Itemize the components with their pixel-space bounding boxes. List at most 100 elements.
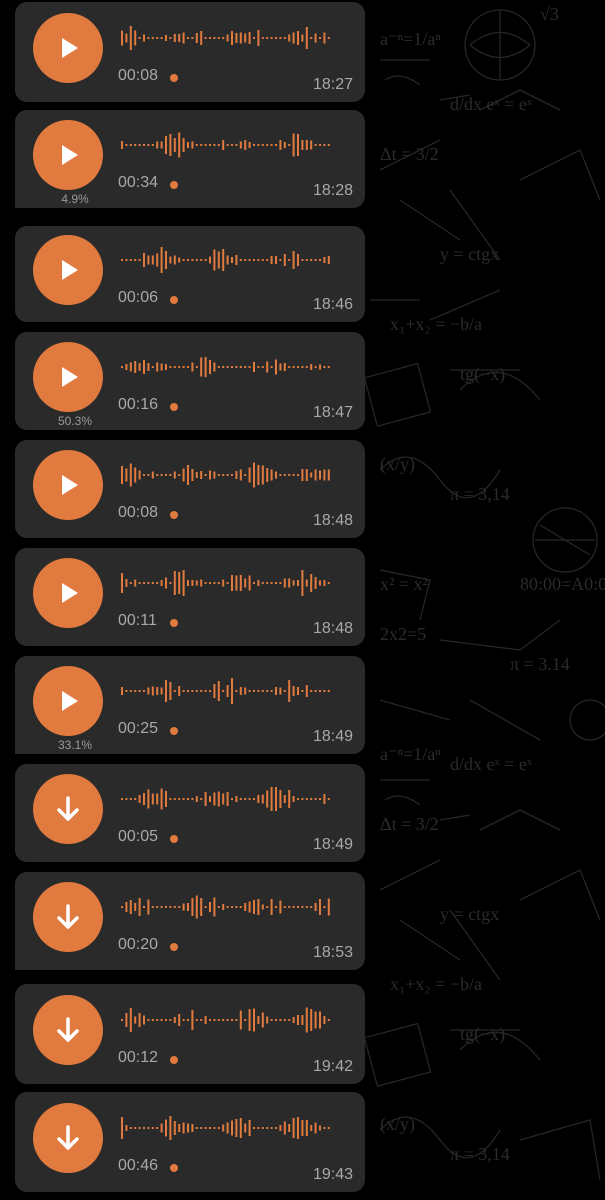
waveform-bar [129, 690, 132, 692]
waveform-bar [165, 577, 167, 589]
waveform-bar [151, 471, 154, 479]
waveform-bar [253, 1127, 255, 1129]
waveform-bar [235, 575, 238, 591]
waveform-bar [121, 466, 123, 484]
voice-duration: 00:05 [118, 828, 159, 845]
waveform-bar [266, 790, 269, 808]
voice-message[interactable]: 00:20 18:53 [15, 872, 365, 970]
play-button[interactable] [33, 558, 103, 628]
download-button[interactable] [33, 774, 103, 844]
waveform-bar [292, 133, 295, 157]
download-button[interactable] [33, 1103, 103, 1173]
voice-message[interactable]: 00:12 19:42 [15, 984, 365, 1084]
waveform-bar [182, 690, 185, 692]
waveform-bar [323, 580, 326, 586]
waveform-bar [173, 690, 176, 692]
waveform-bar [195, 796, 198, 802]
voice-duration: 00:08 [118, 504, 159, 521]
waveform-bar [182, 468, 185, 482]
waveform[interactable] [121, 460, 333, 490]
voice-message[interactable]: 00:11 18:48 [15, 548, 365, 646]
download-button[interactable] [33, 882, 103, 952]
waveform-bar [125, 690, 128, 692]
waveform-bar [301, 469, 304, 481]
waveform-bar [266, 582, 269, 584]
voice-message[interactable]: 00:46 19:43 [15, 1092, 365, 1192]
voice-message[interactable]: 00:06 18:46 [15, 226, 365, 322]
play-button[interactable] [33, 235, 103, 305]
waveform-bar [231, 474, 233, 476]
play-button[interactable] [33, 13, 103, 83]
waveform-bar [165, 474, 167, 476]
message-time: 18:28 [312, 182, 353, 199]
waveform-bar [253, 362, 255, 372]
waveform-bar [283, 795, 286, 803]
svg-text:tg(−x): tg(−x) [460, 1024, 505, 1045]
waveform-bar [323, 366, 326, 368]
waveform-bar [204, 259, 207, 261]
waveform-bar [182, 32, 185, 44]
waveform-bar [173, 255, 176, 265]
waveform[interactable] [121, 1113, 333, 1143]
waveform-bar [125, 364, 128, 370]
waveform[interactable] [121, 784, 333, 814]
waveform-bar [195, 472, 198, 478]
waveform-bar [213, 144, 216, 146]
waveform-bar [165, 364, 167, 370]
waveform[interactable] [121, 676, 333, 706]
waveform[interactable] [121, 892, 333, 922]
play-button[interactable] [33, 666, 103, 736]
waveform-bar [231, 366, 233, 368]
voice-message[interactable]: 4.9% 00:34 18:28 [15, 110, 365, 208]
waveform-bar [134, 144, 137, 146]
voice-message[interactable]: 50.3% 00:16 18:47 [15, 332, 365, 430]
waveform-bar [319, 1125, 321, 1131]
waveform-bar [297, 1015, 299, 1025]
voice-message[interactable]: 00:08 18:27 [15, 2, 365, 102]
waveform-bar [301, 366, 304, 368]
waveform-bar [288, 680, 291, 702]
waveform-bar [235, 906, 238, 908]
waveform-bar [209, 37, 211, 39]
waveform-bar [182, 1019, 185, 1021]
waveform-bar [305, 798, 308, 800]
download-button[interactable] [33, 995, 103, 1065]
waveform[interactable] [121, 352, 333, 382]
waveform[interactable] [121, 23, 333, 53]
waveform-bar [305, 1120, 308, 1136]
playback-progress-label: 33.1% [57, 738, 93, 752]
waveform-bar [213, 792, 216, 806]
waveform-bar [125, 144, 128, 146]
unplayed-indicator-dot [170, 74, 178, 82]
voice-duration: 00:11 [118, 612, 157, 629]
unplayed-indicator-dot [170, 1056, 178, 1064]
voice-message[interactable]: 00:05 18:49 [15, 764, 365, 862]
waveform-bar [266, 37, 269, 39]
voice-message[interactable]: 00:08 18:48 [15, 440, 365, 538]
waveform-bar [253, 582, 255, 584]
waveform-bar [173, 471, 176, 479]
waveform-bar [147, 37, 150, 39]
waveform[interactable] [121, 1005, 333, 1035]
waveform-bar [279, 37, 282, 39]
waveform-bar [222, 249, 225, 271]
waveform-bar [239, 141, 242, 149]
waveform-bar [178, 572, 181, 594]
waveform[interactable] [121, 245, 333, 275]
waveform-bar [297, 687, 299, 695]
play-button[interactable] [33, 120, 103, 190]
waveform[interactable] [121, 130, 333, 160]
waveform-bar [178, 474, 181, 476]
waveform[interactable] [121, 568, 333, 598]
waveform-bar [138, 470, 141, 480]
waveform-bar [169, 474, 172, 476]
waveform-bar [266, 690, 269, 692]
waveform-bar [129, 1008, 132, 1032]
play-button[interactable] [33, 342, 103, 412]
waveform-bar [173, 571, 176, 595]
voice-message[interactable]: 33.1% 00:25 18:49 [15, 656, 365, 754]
waveform-bar [156, 793, 159, 805]
play-button[interactable] [33, 450, 103, 520]
waveform-bar [138, 690, 141, 692]
waveform-bar [129, 1127, 132, 1129]
